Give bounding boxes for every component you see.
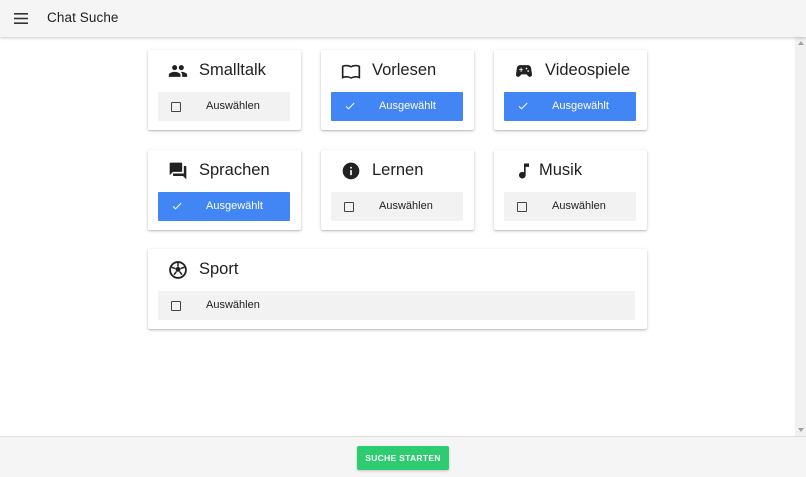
gamepad-icon <box>514 61 534 81</box>
select-toggle-videospiele[interactable]: Ausgewählt <box>504 92 636 121</box>
check-icon <box>517 100 529 112</box>
toggle-label: Ausgewählt <box>206 200 263 212</box>
select-toggle-vorlesen[interactable]: Ausgewählt <box>331 92 463 121</box>
book-icon <box>341 61 361 81</box>
category-title: Lernen <box>372 161 424 179</box>
people-icon <box>168 61 188 81</box>
music-note-icon <box>514 161 534 181</box>
select-toggle-sport[interactable]: Auswählen <box>158 291 635 320</box>
menu-icon <box>14 12 28 24</box>
category-card-sport: Sport Auswählen <box>148 249 647 329</box>
category-title: Videospiele <box>545 61 631 79</box>
category-card-musik: Musik Auswählen <box>494 150 647 230</box>
check-icon <box>344 100 356 112</box>
category-title: Sport <box>199 260 239 278</box>
checkbox-unchecked-icon <box>171 301 181 311</box>
scroll-up-arrow-icon[interactable] <box>798 41 804 45</box>
info-icon <box>341 161 361 181</box>
checkbox-unchecked-icon <box>171 102 181 112</box>
app-title: Chat Suche <box>47 10 119 25</box>
category-title: Musik <box>539 161 583 179</box>
toggle-label: Auswählen <box>206 299 260 311</box>
category-card-lernen: Lernen Auswählen <box>321 150 474 230</box>
menu-button[interactable] <box>13 10 29 26</box>
vertical-scrollbar[interactable] <box>795 37 806 436</box>
chat-icon <box>168 161 188 181</box>
select-toggle-sprachen[interactable]: Ausgewählt <box>158 192 290 221</box>
top-app-bar: Chat Suche <box>0 0 806 37</box>
check-icon <box>171 200 183 212</box>
toggle-label: Auswählen <box>379 200 433 212</box>
checkbox-unchecked-icon <box>517 202 527 212</box>
category-card-sprachen: Sprachen Ausgewählt <box>148 150 301 230</box>
soccer-ball-icon <box>168 260 188 280</box>
category-card-smalltalk: Smalltalk Auswählen <box>148 50 301 130</box>
start-search-button[interactable]: SUCHE STARTEN <box>357 446 449 470</box>
toggle-label: Auswählen <box>552 200 606 212</box>
category-title: Smalltalk <box>199 61 266 79</box>
toggle-label: Auswählen <box>206 100 260 112</box>
select-toggle-lernen[interactable]: Auswählen <box>331 192 463 221</box>
toggle-label: Ausgewählt <box>379 100 436 112</box>
category-title: Sprachen <box>199 161 270 179</box>
bottom-action-bar: SUCHE STARTEN <box>0 436 806 477</box>
toggle-label: Ausgewählt <box>552 100 609 112</box>
category-title: Vorlesen <box>372 61 437 79</box>
select-toggle-smalltalk[interactable]: Auswählen <box>158 92 290 121</box>
checkbox-unchecked-icon <box>344 202 354 212</box>
category-card-videospiele: Videospiele Ausgewählt <box>494 50 647 130</box>
app-window: Chat Suche Smalltalk Auswählen Vorlesen <box>0 0 806 477</box>
category-card-vorlesen: Vorlesen Ausgewählt <box>321 50 474 130</box>
select-toggle-musik[interactable]: Auswählen <box>504 192 636 221</box>
category-grid: Smalltalk Auswählen Vorlesen Ausgewählt <box>0 37 806 436</box>
scroll-down-arrow-icon[interactable] <box>798 428 804 432</box>
